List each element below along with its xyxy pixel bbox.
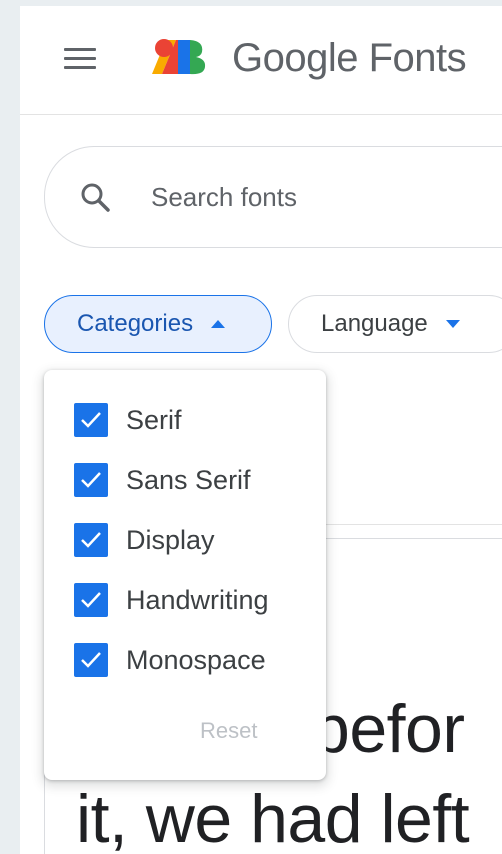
checkbox-checked-icon[interactable] xyxy=(74,643,108,677)
checkbox-checked-icon[interactable] xyxy=(74,583,108,617)
app-window: Google Fonts Categories Language befor i… xyxy=(20,6,502,854)
caret-up-icon xyxy=(211,320,226,328)
reset-button[interactable]: Reset xyxy=(200,718,257,744)
category-option-label: Display xyxy=(126,524,215,555)
search-icon xyxy=(81,183,110,212)
section-divider xyxy=(320,524,502,525)
preview-text-line-1: befor xyxy=(312,691,465,767)
checkbox-checked-icon[interactable] xyxy=(74,523,108,557)
hamburger-menu-icon[interactable] xyxy=(64,48,96,72)
category-option-label: Handwriting xyxy=(126,584,269,615)
categories-chip-label: Categories xyxy=(77,310,194,337)
language-chip-label: Language xyxy=(321,310,428,337)
brand-title[interactable]: Google Fonts xyxy=(232,36,467,81)
category-option-label: Monospace xyxy=(126,644,266,675)
category-option-serif[interactable]: Serif xyxy=(74,400,182,440)
category-option-label: Sans Serif xyxy=(126,464,251,495)
category-option-handwriting[interactable]: Handwriting xyxy=(74,580,269,620)
checkbox-checked-icon[interactable] xyxy=(74,463,108,497)
google-fonts-logo[interactable] xyxy=(150,34,208,82)
search-input[interactable] xyxy=(151,177,451,217)
categories-dropdown-menu: Serif Sans Serif Display Handwriting Mon… xyxy=(44,370,326,780)
search-bar[interactable] xyxy=(44,146,502,248)
category-option-sans-serif[interactable]: Sans Serif xyxy=(74,460,251,500)
caret-down-icon xyxy=(445,320,460,328)
language-filter-chip[interactable]: Language xyxy=(288,295,502,353)
checkbox-checked-icon[interactable] xyxy=(74,403,108,437)
category-option-label: Serif xyxy=(126,404,182,435)
preview-text-line-2: it, we had left xyxy=(76,781,470,854)
categories-filter-chip[interactable]: Categories xyxy=(44,295,272,353)
category-option-display[interactable]: Display xyxy=(74,520,215,560)
top-app-bar: Google Fonts xyxy=(20,6,502,115)
category-option-monospace[interactable]: Monospace xyxy=(74,640,266,680)
